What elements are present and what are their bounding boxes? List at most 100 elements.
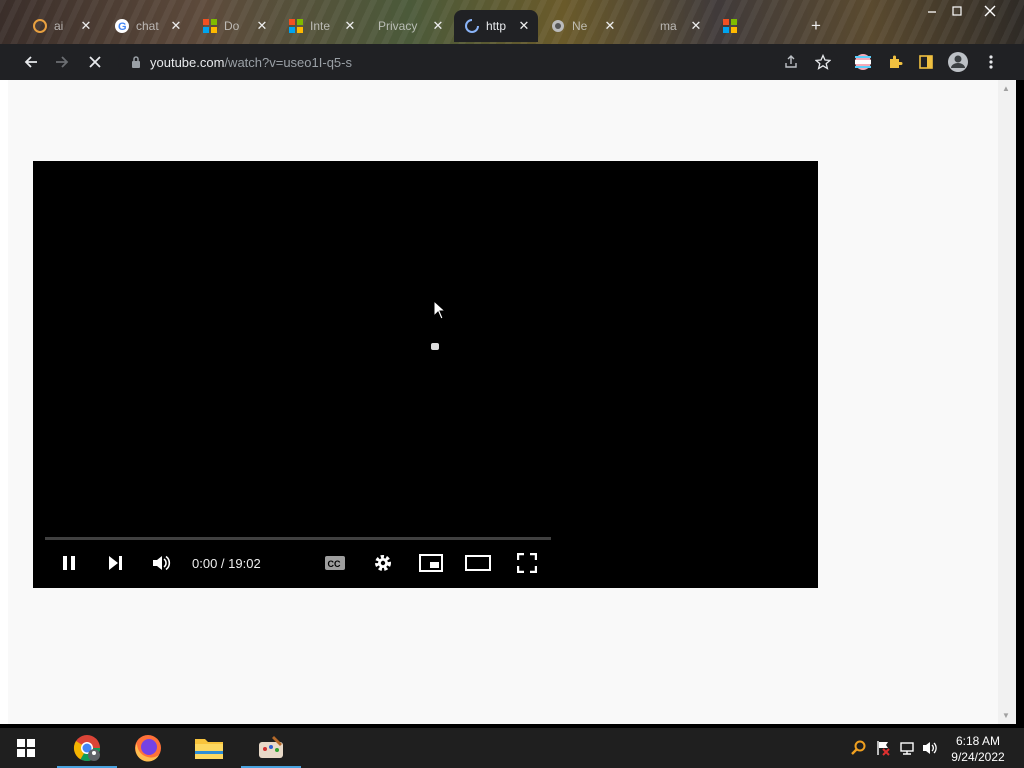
captions-button[interactable]: CC [322,551,348,575]
url-text: youtube.com/watch?v=useo1I-q5-s [150,55,352,70]
kebab-menu-icon [989,55,993,69]
back-button[interactable] [19,50,43,74]
close-window-button[interactable] [976,0,1004,22]
taskbar-paint-app[interactable] [241,728,301,768]
profile-button[interactable] [946,50,970,74]
tab-title: Inte [310,19,331,33]
network-icon[interactable] [898,738,916,758]
address-bar[interactable]: youtube.com/watch?v=useo1I-q5-s [118,48,838,76]
tab-4[interactable]: Inte ✕ [278,10,364,42]
pause-icon [63,556,75,570]
miniplayer-button[interactable] [418,551,444,575]
fullscreen-button[interactable] [514,551,540,575]
vertical-scrollbar[interactable]: ▲ ▼ [998,80,1016,724]
volume-icon [153,555,171,571]
time-display: 0:00 / 19:02 [192,556,261,571]
mouse-cursor-icon [433,299,447,320]
folder-icon [195,739,223,759]
taskbar-clock[interactable]: 6:18 AM 9/24/2022 [946,733,1010,765]
tab-8[interactable]: ma ✕ [626,10,710,42]
theater-icon [465,555,491,571]
scroll-down-icon[interactable]: ▼ [1002,711,1010,720]
menu-button[interactable] [979,50,1003,74]
scroll-up-icon[interactable]: ▲ [1002,84,1010,93]
maximize-button[interactable] [943,0,971,22]
extensions-button[interactable] [883,50,907,74]
action-center-flag-icon[interactable] [874,738,892,758]
google-favicon-icon: G [114,18,130,34]
tab-title: http [486,19,507,33]
clock-time: 6:18 AM [955,734,1001,748]
tab-2[interactable]: G chat ✕ [104,10,190,42]
generic-favicon-icon [550,18,566,34]
window-right-edge [1016,80,1024,724]
browser-toolbar: youtube.com/watch?v=useo1I-q5-s [0,44,1024,80]
tab-title: ma [660,19,677,33]
chrome-icon [73,735,101,762]
miniplayer-icon [419,554,443,572]
lock-icon [130,55,142,69]
arrow-right-icon [56,56,69,68]
side-panel-button[interactable] [914,50,938,74]
url-host: youtube.com [150,54,225,70]
tab-9[interactable] [712,10,802,42]
forward-button[interactable] [50,50,74,74]
stop-loading-button[interactable] [83,50,107,74]
taskbar-firefox[interactable] [118,728,178,768]
taskbar-file-explorer[interactable] [179,728,239,768]
tab-close-icon[interactable]: ✕ [78,18,94,34]
arrow-left-icon [24,56,37,68]
fullscreen-icon [517,553,537,573]
tab-close-icon[interactable]: ✕ [342,18,358,34]
progress-bar[interactable] [45,537,551,540]
volume-button[interactable] [149,551,173,575]
new-tab-button[interactable]: + [808,10,832,42]
pause-button[interactable] [57,551,81,575]
plus-icon: + [811,16,821,35]
tab-close-icon[interactable]: ✕ [430,18,446,34]
svg-text:G: G [118,21,127,33]
theater-mode-button[interactable] [465,551,491,575]
tab-close-icon[interactable]: ✕ [254,18,270,34]
tab-3[interactable]: Do ✕ [192,10,276,42]
taskbar-chrome[interactable] [57,728,117,768]
tab-title: chat [136,19,159,33]
start-button[interactable] [0,728,52,768]
share-icon [785,55,797,68]
tab-strip: ai ✕ G chat ✕ Do ✕ Inte ✕ Privacy ✕ http… [0,0,1024,44]
gear-icon [375,555,391,571]
clock-date: 9/24/2022 [951,750,1005,764]
tab-active[interactable]: http ✕ [454,10,538,42]
url-path: /watch?v=useo1I-q5-s [224,54,352,70]
stop-icon [89,56,101,68]
minimize-button[interactable] [918,0,946,22]
tab-1[interactable]: ai ✕ [22,10,100,42]
star-icon [815,54,831,70]
tab-close-icon[interactable]: ✕ [168,18,184,34]
volume-tray-icon[interactable] [922,738,940,758]
microsoft-favicon-icon [722,18,738,34]
search-tray-icon[interactable] [850,738,868,758]
extension-button[interactable] [851,50,875,74]
loading-spinner-icon [431,343,439,350]
tab-5[interactable]: Privacy ✕ [366,10,452,42]
avatar-icon [948,52,968,72]
page-left-edge [0,80,8,724]
next-button[interactable] [103,551,127,575]
tab-7[interactable]: Ne ✕ [540,10,624,42]
extension-flag-icon [855,54,871,70]
tab-title: Ne [572,19,588,33]
bookmark-button[interactable] [811,50,835,74]
tab-title: Privacy [378,19,418,33]
side-panel-icon [919,55,933,69]
tab-close-icon[interactable]: ✕ [516,18,532,34]
settings-button[interactable] [370,551,396,575]
loading-spinner-icon [464,18,480,34]
puzzle-icon [890,55,903,68]
tab-close-icon[interactable]: ✕ [688,18,704,34]
tab-close-icon[interactable]: ✕ [602,18,618,34]
share-button[interactable] [779,50,803,74]
video-player[interactable]: 0:00 / 19:02 CC [33,161,818,588]
generic-favicon-icon [32,18,48,34]
firefox-icon [135,735,161,762]
